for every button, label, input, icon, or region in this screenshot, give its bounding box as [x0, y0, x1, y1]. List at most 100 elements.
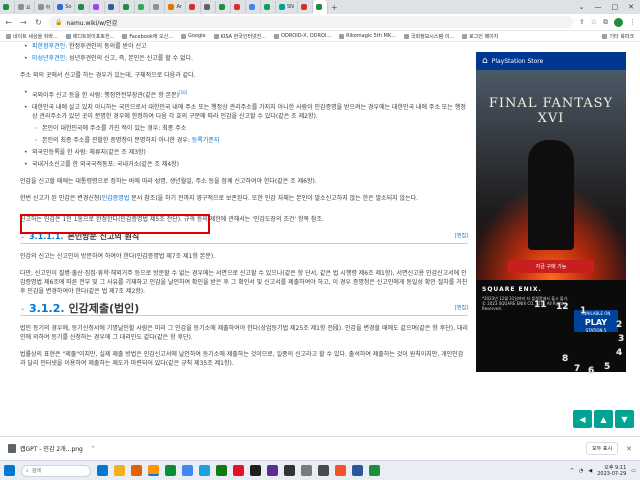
edit-link[interactable]: [편집]: [455, 304, 468, 313]
taskbar-app-icon[interactable]: [216, 465, 227, 476]
browser-tab[interactable]: [216, 1, 231, 13]
minimize-icon-menu[interactable]: ⌄: [579, 3, 585, 11]
edit-link[interactable]: [편집]: [455, 232, 468, 241]
playstation-ad[interactable]: ⌂ PlayStation Store FINAL FANTASY XVI 지금…: [476, 52, 626, 372]
notification-icon[interactable]: ▭: [631, 468, 636, 474]
paragraph-text: 문서 참조)을 하기 전까지 영구적으로 보존된다. 또한 인감 자체는 본인이…: [129, 195, 419, 202]
list-item-text: 본인이 대한민국에 주소를 가진 적이 있는 경우: 최종 주소: [42, 125, 187, 132]
chevron-up-icon[interactable]: ^: [570, 468, 574, 474]
browser-tab[interactable]: [261, 1, 276, 13]
profile-avatar[interactable]: [614, 17, 623, 27]
menu-icon[interactable]: ⋮: [629, 18, 636, 26]
home-icon[interactable]: ◀: [573, 410, 592, 428]
taskbar-app-icon[interactable]: [267, 465, 278, 476]
close-window-icon[interactable]: ✕: [628, 3, 634, 11]
close-icon[interactable]: ✕: [626, 445, 632, 453]
new-tab-button[interactable]: +: [331, 3, 338, 12]
browser-tab[interactable]: [186, 1, 201, 13]
taskbar-app-icon[interactable]: [352, 465, 363, 476]
browser-tab[interactable]: 요: [15, 1, 35, 13]
paragraph: 법률상의 표현은 "제출"이지만, 실제 제출 방법은 인감신고서에 날인하여 …: [20, 351, 464, 367]
list-item: 국내거소신고를 한 외국국적동포: 국내거소(같은 조 제4항): [20, 160, 468, 169]
browser-tab[interactable]: So: [54, 1, 76, 13]
taskbar-app-icon[interactable]: [233, 465, 244, 476]
share-icon[interactable]: ⇪: [579, 18, 585, 26]
bookmark-item[interactable]: 에디트와이포토한...: [65, 33, 114, 40]
browser-tab[interactable]: 하: [35, 1, 55, 13]
bookmark-item[interactable]: Facebook에 오신...: [122, 33, 173, 40]
url-text[interactable]: namu.wiki/w/인감: [66, 18, 117, 27]
taskbar-app-icon[interactable]: [165, 465, 176, 476]
taskbar-app-icon[interactable]: [250, 465, 261, 476]
taskbar-app-icon[interactable]: [114, 465, 125, 476]
window-controls: ⌄ — □ ✕: [579, 3, 640, 11]
browser-tab[interactable]: [135, 1, 151, 13]
ps5-small: AVAILABLE ON: [581, 311, 611, 316]
download-item[interactable]: 캡GPT - 인감 2개...png ^: [8, 444, 95, 453]
taskbar-app-icon[interactable]: [318, 465, 329, 476]
browser-tab[interactable]: [120, 1, 136, 13]
network-icon[interactable]: ◔: [579, 468, 583, 474]
link-등록기준지[interactable]: 등록기준지: [192, 137, 220, 144]
paragraph: 주소 외의 곳에서 신고를 하는 경우가 있는데, 구체적으로 다음과 같다.: [20, 72, 196, 79]
taskbar-app-icon[interactable]: [148, 465, 159, 476]
bookmark-item[interactable]: Google: [180, 33, 206, 39]
browser-tab[interactable]: SN: [276, 1, 298, 13]
bookmark-item[interactable]: 네이트 세상을 뒤바...: [6, 33, 58, 40]
browser-tab[interactable]: [75, 1, 91, 13]
link-피한정후견인[interactable]: 피한정후견인: [32, 43, 65, 50]
taskbar-app-icon[interactable]: [369, 465, 380, 476]
browser-tab[interactable]: [246, 1, 261, 13]
bookmark-item[interactable]: KISA 한국인터넷진...: [213, 33, 266, 40]
chevron-up-icon[interactable]: ^: [91, 446, 95, 452]
tab-favicon-icon: [108, 4, 115, 10]
minimize-icon[interactable]: —: [595, 3, 602, 11]
clock[interactable]: 오후 9:11 2023-07-29: [597, 465, 626, 477]
link-미성년후견인[interactable]: 미성년후견인: [32, 55, 65, 62]
scroll-down-icon[interactable]: ▼: [615, 410, 634, 428]
browser-tab[interactable]: [150, 1, 166, 13]
browser-tab[interactable]: [201, 1, 216, 13]
section-number[interactable]: 3.1.2.: [29, 303, 65, 314]
browser-tab[interactable]: Ar: [165, 1, 186, 13]
bookmark-item[interactable]: Rikomagic 5th MK...: [339, 33, 396, 39]
bookmark-item[interactable]: 로그인 페이지: [462, 33, 498, 40]
taskbar-app-icon[interactable]: [335, 465, 346, 476]
floating-nav: ◀ ▲ ▼: [573, 410, 634, 428]
browser-tab[interactable]: [105, 1, 121, 13]
footnote-link[interactable]: [10]: [179, 90, 187, 95]
buy-now-button[interactable]: 지금 구매 가능: [508, 260, 594, 273]
list-item: 국외이주 신고 등을 한 사람: 행정안전부장관(같은 항 본문)[10]: [20, 88, 468, 100]
scroll-up-icon[interactable]: ▲: [594, 410, 613, 428]
other-bookmarks[interactable]: 기타 북마크: [602, 33, 634, 40]
browser-tab[interactable]: [0, 1, 15, 13]
address-bar[interactable]: 🔒 namu.wiki/w/인감: [49, 16, 573, 28]
volume-icon[interactable]: ◀: [588, 468, 592, 474]
windows-start-icon[interactable]: [4, 465, 15, 476]
browser-tab[interactable]: [231, 1, 246, 13]
taskbar-app-icon[interactable]: [284, 465, 295, 476]
show-all-button[interactable]: 모두 표시: [586, 442, 619, 455]
browser-tab[interactable]: [298, 1, 313, 13]
top-list: 피한정후견인: 한정후견인의 동의를 받아 신고 미성년후견인: 성년후견인의 …: [20, 42, 468, 63]
browser-tab[interactable]: [312, 0, 328, 14]
bookmark-item[interactable]: 국회정보시스템 이...: [403, 33, 454, 40]
browser-tab[interactable]: [90, 1, 106, 13]
taskbar-app-icon[interactable]: [199, 465, 210, 476]
bookmark-star-icon[interactable]: ☆: [591, 18, 597, 26]
maximize-icon[interactable]: □: [612, 3, 619, 11]
list-item: 미성년후견인: 성년후견인의 신고, 즉, 본인은 신고를 할 수 없다.: [20, 54, 468, 63]
collapse-chevron-icon[interactable]: ⌄: [20, 304, 25, 313]
reload-icon[interactable]: ↻: [34, 18, 43, 27]
extensions-icon[interactable]: ⧉: [603, 18, 608, 27]
tab-favicon-icon: [138, 4, 145, 10]
bookmark-item[interactable]: ODROID-X, ODROI...: [274, 33, 331, 39]
back-icon[interactable]: ←: [4, 18, 13, 27]
forward-icon[interactable]: →: [19, 18, 28, 27]
taskbar-app-icon[interactable]: [97, 465, 108, 476]
taskbar-app-icon[interactable]: [301, 465, 312, 476]
taskbar-search[interactable]: ⌕ 검색: [21, 464, 91, 477]
taskbar-app-icon[interactable]: [182, 465, 193, 476]
taskbar-app-icon[interactable]: [131, 465, 142, 476]
link-인감증명법[interactable]: 인감증명법: [102, 195, 130, 202]
